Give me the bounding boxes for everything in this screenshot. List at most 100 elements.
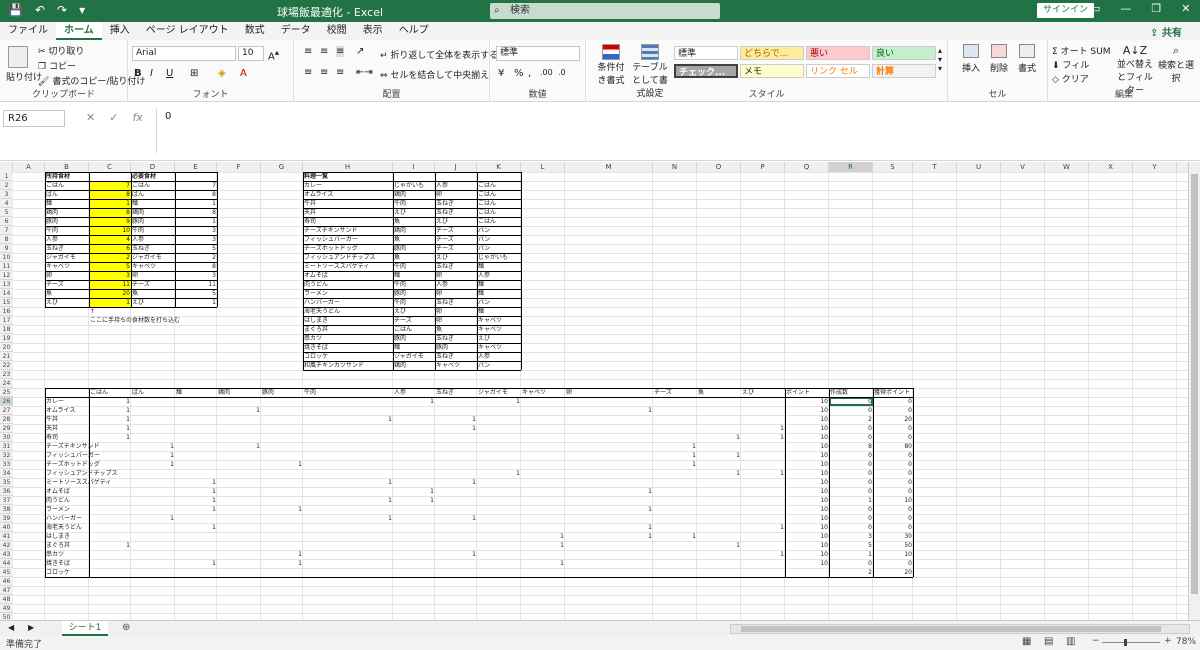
row-header-42[interactable]: 42: [0, 541, 13, 550]
paste-button[interactable]: 貼り付け: [6, 46, 42, 83]
underline-icon[interactable]: U: [166, 68, 173, 79]
name-box[interactable]: R26: [3, 110, 65, 127]
enter-icon[interactable]: ✓: [109, 111, 118, 124]
column-header-Y[interactable]: Y: [1133, 162, 1177, 172]
column-header-A[interactable]: A: [13, 162, 45, 172]
column-header-K[interactable]: K: [477, 162, 521, 172]
vertical-scroll-thumb[interactable]: [1191, 174, 1198, 594]
column-header-R[interactable]: R: [829, 162, 873, 172]
border-icon[interactable]: ⊞: [190, 68, 198, 79]
row-header-30[interactable]: 30: [0, 433, 13, 442]
style-calculation[interactable]: 計算: [872, 64, 936, 78]
sheet-prev-icon[interactable]: ◀: [8, 623, 14, 632]
align-left-icon[interactable]: ≡: [304, 67, 312, 78]
column-header-Q[interactable]: Q: [785, 162, 829, 172]
row-header-37[interactable]: 37: [0, 496, 13, 505]
style-good[interactable]: 良い: [872, 46, 936, 60]
currency-icon[interactable]: ¥: [498, 68, 504, 79]
align-top-icon[interactable]: ≡: [304, 46, 312, 57]
column-header-J[interactable]: J: [435, 162, 477, 172]
row-header-17[interactable]: 17: [0, 316, 13, 325]
restore-icon[interactable]: ❐: [1151, 2, 1161, 15]
tab-7[interactable]: 表示: [355, 22, 391, 40]
row-header-46[interactable]: 46: [0, 577, 13, 586]
style-check-cell[interactable]: チェック...: [674, 64, 738, 78]
column-header-N[interactable]: N: [653, 162, 697, 172]
font-color-icon[interactable]: A: [240, 68, 247, 79]
cut-button[interactable]: ✂ 切り取り: [38, 44, 84, 57]
row-header-40[interactable]: 40: [0, 523, 13, 532]
row-header-7[interactable]: 7: [0, 226, 13, 235]
column-header-O[interactable]: O: [697, 162, 741, 172]
share-button[interactable]: ⇪ 共有: [1150, 24, 1182, 39]
zoom-out-button[interactable]: −: [1092, 636, 1100, 646]
copy-button[interactable]: ❐ コピー: [38, 59, 76, 72]
row-header-8[interactable]: 8: [0, 235, 13, 244]
column-header-W[interactable]: W: [1045, 162, 1089, 172]
row-header-49[interactable]: 49: [0, 604, 13, 613]
column-header-T[interactable]: T: [913, 162, 957, 172]
zoom-level[interactable]: 78%: [1176, 637, 1196, 647]
close-icon[interactable]: ✕: [1181, 2, 1190, 15]
row-header-13[interactable]: 13: [0, 280, 13, 289]
format-cells-button[interactable]: 書式: [1018, 44, 1036, 74]
cancel-icon[interactable]: ✕: [86, 111, 95, 124]
row-header-32[interactable]: 32: [0, 451, 13, 460]
spreadsheet-grid[interactable]: 所持食材 必要食材 ごはん 7 ごはん 7 ぱん 8 ぱん 8 麺 1 麺 1 鶏肉 8 鶏肉 8 豚肉 9 豚肉 1 牛肉…: [13, 172, 1188, 620]
row-header-14[interactable]: 14: [0, 289, 13, 298]
row-header-10[interactable]: 10: [0, 253, 13, 262]
decrease-decimal-icon[interactable]: .0: [558, 68, 566, 77]
align-middle-icon[interactable]: ≡: [320, 46, 328, 57]
column-header-B[interactable]: B: [45, 162, 89, 172]
row-header-15[interactable]: 15: [0, 298, 13, 307]
clear-button[interactable]: ◇ クリア: [1052, 72, 1089, 85]
number-format-select[interactable]: 標準: [496, 46, 580, 61]
normal-view-icon[interactable]: ▦: [1022, 636, 1031, 647]
row-header-38[interactable]: 38: [0, 505, 13, 514]
style-normal[interactable]: 標準: [674, 46, 738, 60]
row-header-41[interactable]: 41: [0, 532, 13, 541]
indent-icon[interactable]: ⇤⇥: [356, 67, 373, 78]
row-header-16[interactable]: 16: [0, 307, 13, 316]
row-header-26[interactable]: 26: [0, 397, 13, 406]
row-header-29[interactable]: 29: [0, 424, 13, 433]
zoom-slider-thumb[interactable]: [1124, 639, 1127, 646]
row-header-25[interactable]: 25: [0, 388, 13, 397]
select-all-corner[interactable]: [0, 162, 13, 172]
zoom-in-button[interactable]: +: [1164, 636, 1172, 646]
autosum-button[interactable]: Σ オート SUM: [1052, 44, 1111, 57]
row-header-6[interactable]: 6: [0, 217, 13, 226]
column-header-L[interactable]: L: [521, 162, 565, 172]
column-header-M[interactable]: M: [565, 162, 653, 172]
row-header-5[interactable]: 5: [0, 208, 13, 217]
tab-0[interactable]: ファイル: [0, 22, 56, 40]
wrap-text-button[interactable]: ↵ 折り返して全体を表示する: [380, 48, 498, 61]
column-header-D[interactable]: D: [131, 162, 175, 172]
row-header-24[interactable]: 24: [0, 379, 13, 388]
row-header-47[interactable]: 47: [0, 586, 13, 595]
column-header-G[interactable]: G: [261, 162, 303, 172]
row-header-22[interactable]: 22: [0, 361, 13, 370]
insert-cells-button[interactable]: 挿入: [962, 44, 980, 74]
align-center-icon[interactable]: ≡: [320, 67, 328, 78]
row-header-2[interactable]: 2: [0, 181, 13, 190]
row-header-9[interactable]: 9: [0, 244, 13, 253]
fill-button[interactable]: ⬇ フィル: [1052, 58, 1089, 71]
zoom-slider[interactable]: [1102, 639, 1160, 646]
styles-more-icon[interactable]: ▴ ▾ ▾: [938, 46, 942, 73]
row-header-3[interactable]: 3: [0, 190, 13, 199]
style-neutral[interactable]: どちらで...: [740, 46, 804, 60]
font-name-select[interactable]: Arial: [132, 46, 236, 61]
tab-1[interactable]: ホーム: [56, 22, 102, 40]
row-header-1[interactable]: 1: [0, 172, 13, 181]
font-size-select[interactable]: 10: [238, 46, 264, 61]
style-linked-cell[interactable]: リンク セル: [806, 64, 870, 78]
column-header-E[interactable]: E: [175, 162, 217, 172]
signin-button[interactable]: サインイン: [1037, 3, 1095, 18]
tab-6[interactable]: 校閲: [319, 22, 355, 40]
style-note[interactable]: メモ: [740, 64, 804, 78]
minimize-icon[interactable]: —: [1120, 2, 1131, 15]
ribbon-display-icon[interactable]: ▭: [1090, 2, 1100, 15]
column-header-X[interactable]: X: [1089, 162, 1133, 172]
tab-3[interactable]: ページ レイアウト: [138, 22, 237, 40]
